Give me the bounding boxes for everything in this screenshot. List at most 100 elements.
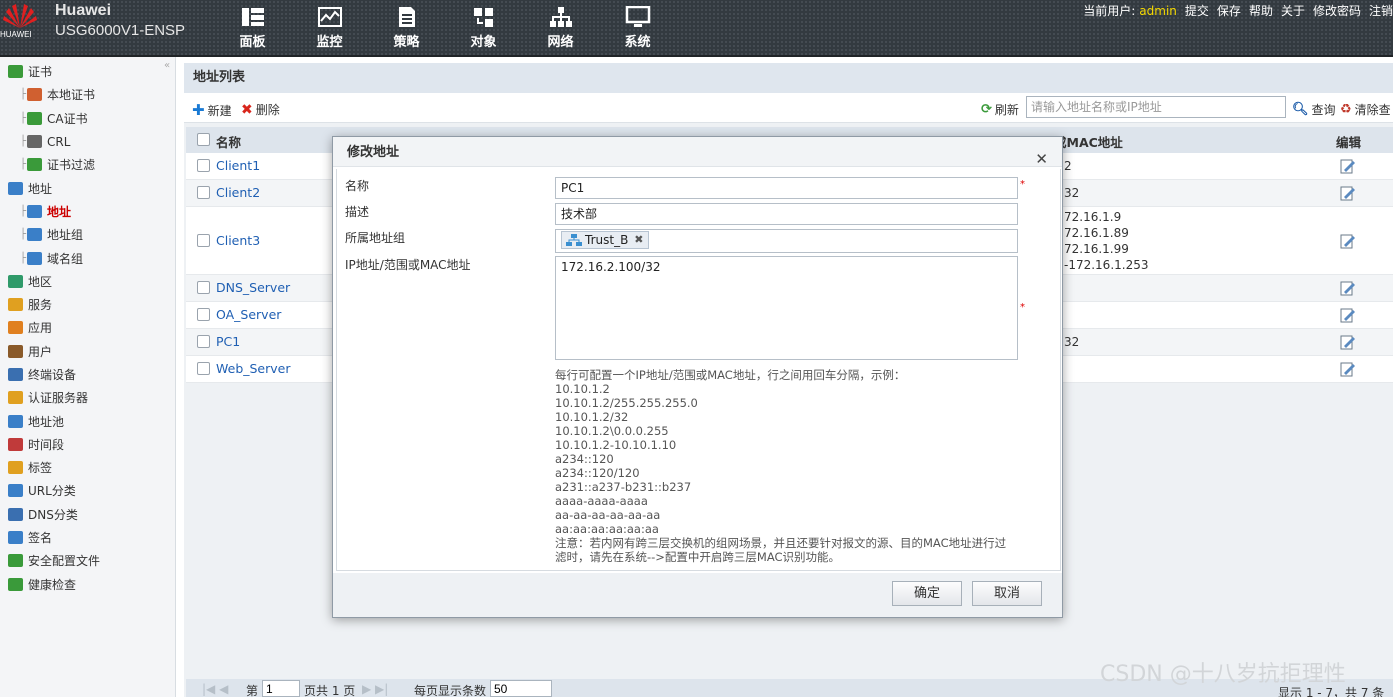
new-button[interactable]: ✚ 新建 bbox=[192, 101, 232, 119]
sidebar-item-11[interactable]: 应用 bbox=[8, 316, 100, 339]
sidebar-item-9[interactable]: 地区 bbox=[8, 270, 100, 293]
ip-address-label: IP地址/范围或MAC地址 bbox=[345, 258, 471, 272]
sidebar-item-20[interactable]: 签名 bbox=[8, 526, 100, 549]
ip-address-textarea[interactable]: 172.16.2.100/32 bbox=[555, 256, 1018, 360]
pager-next-last-icon[interactable]: ▶ ▶| bbox=[362, 682, 388, 696]
sidebar-item-5[interactable]: 地址 bbox=[8, 176, 100, 199]
logo-wordmark: HUAWEI bbox=[0, 30, 32, 39]
pager-first-prev-icon[interactable]: |◀ ◀ bbox=[202, 682, 228, 696]
query-button[interactable]: 🔍︎ 查询 bbox=[1292, 101, 1336, 118]
pager-page-input[interactable] bbox=[262, 680, 300, 697]
sidebar-item-10[interactable]: 服务 bbox=[8, 293, 100, 316]
nav-dashboard[interactable]: 面板 bbox=[214, 6, 291, 50]
row-checkbox[interactable] bbox=[197, 362, 210, 375]
sidebar-item-22[interactable]: 健康检查 bbox=[8, 573, 100, 596]
sidebar-item-17[interactable]: 标签 bbox=[8, 456, 100, 479]
terminal-device-icon bbox=[8, 368, 23, 381]
sidebar-item-12[interactable]: 用户 bbox=[8, 340, 100, 363]
row-name-link[interactable]: Web_Server bbox=[216, 361, 291, 376]
edit-icon[interactable] bbox=[1340, 307, 1356, 326]
sidebar-item-label: DNS分类 bbox=[28, 507, 78, 522]
edit-icon[interactable] bbox=[1340, 158, 1356, 177]
address-format-hint: 每行可配置一个IP地址/范围或MAC地址，行之间用回车分隔，示例： 10.10.1… bbox=[555, 368, 1035, 564]
sidebar-item-label: 地址池 bbox=[28, 414, 65, 429]
sidebar-item-0[interactable]: 证书 bbox=[8, 60, 100, 83]
row-name-link[interactable]: Client2 bbox=[216, 185, 260, 200]
about-link[interactable]: 关于 bbox=[1281, 4, 1305, 18]
nav-system[interactable]: 系统 bbox=[599, 6, 676, 50]
sidebar-item-21[interactable]: 安全配置文件 bbox=[8, 549, 100, 572]
sidebar-item-8[interactable]: ├ 域名组 bbox=[8, 246, 100, 269]
hint-line: a231::a237-b231::b237 bbox=[555, 480, 692, 494]
row-name-link[interactable]: DNS_Server bbox=[216, 280, 290, 295]
nav-policy[interactable]: 策略 bbox=[368, 6, 445, 50]
sidebar-item-19[interactable]: DNS分类 bbox=[8, 503, 100, 526]
sidebar-item-1[interactable]: ├ 本地证书 bbox=[8, 83, 100, 106]
sidebar-item-18[interactable]: URL分类 bbox=[8, 479, 100, 502]
clear-button[interactable]: ♻ 清除查 bbox=[1340, 101, 1391, 118]
clear-icon: ♻ bbox=[1340, 102, 1352, 117]
sidebar-item-4[interactable]: ├ 证书过滤 bbox=[8, 153, 100, 176]
sidebar-item-6[interactable]: ├ 地址 bbox=[8, 200, 100, 223]
sidebar-item-13[interactable]: 终端设备 bbox=[8, 363, 100, 386]
edit-icon[interactable] bbox=[1340, 334, 1356, 353]
row-checkbox[interactable] bbox=[197, 186, 210, 199]
sidebar-item-2[interactable]: ├ CA证书 bbox=[8, 107, 100, 130]
nav-monitor[interactable]: 监控 bbox=[291, 6, 368, 50]
nav-object[interactable]: 对象 bbox=[445, 6, 522, 50]
edit-icon[interactable] bbox=[1340, 361, 1356, 380]
logout-link[interactable]: 注销 bbox=[1369, 4, 1393, 18]
description-field[interactable]: 技术部 bbox=[555, 203, 1018, 225]
help-link[interactable]: 帮助 bbox=[1249, 4, 1273, 18]
row-checkbox[interactable] bbox=[197, 281, 210, 294]
url-category-icon bbox=[8, 484, 23, 498]
sidebar-item-3[interactable]: ├ CRL bbox=[8, 130, 100, 153]
refresh-button[interactable]: ⟳ 刷新 bbox=[981, 101, 1019, 118]
edit-icon[interactable] bbox=[1340, 233, 1356, 252]
edit-icon[interactable] bbox=[1340, 280, 1356, 299]
select-all-checkbox[interactable] bbox=[197, 133, 210, 146]
pager-per-page-select[interactable] bbox=[490, 680, 552, 697]
submit-link[interactable]: 提交 bbox=[1185, 4, 1209, 18]
hint-line: aa-aa-aa-aa-aa-aa bbox=[555, 508, 661, 522]
row-checkbox[interactable] bbox=[197, 308, 210, 321]
cancel-button[interactable]: 取消 bbox=[972, 581, 1042, 606]
col-name-header[interactable]: 名称 bbox=[216, 132, 241, 151]
sidebar-item-7[interactable]: ├ 地址组 bbox=[8, 223, 100, 246]
pager-page-prefix: 第 bbox=[246, 684, 259, 697]
row-checkbox[interactable] bbox=[197, 233, 210, 247]
tag-icon bbox=[8, 461, 23, 475]
row-checkbox[interactable] bbox=[197, 335, 210, 348]
row-name-link[interactable]: PC1 bbox=[216, 334, 240, 349]
address-group-field[interactable]: Trust_B ✖ bbox=[555, 229, 1018, 253]
edit-address-dialog: 修改地址 ✕ 名称 PC1 * 描述 技术部 所属地址组 Trust_B ✖ I… bbox=[332, 136, 1063, 618]
edit-icon[interactable] bbox=[1340, 185, 1356, 204]
dashboard-icon bbox=[241, 8, 264, 26]
row-name-link[interactable]: Client3 bbox=[216, 233, 260, 248]
delete-button[interactable]: ✖ 删除 bbox=[241, 101, 280, 118]
row-name-link[interactable]: Client1 bbox=[216, 158, 260, 173]
nav-system-label: 系统 bbox=[624, 35, 651, 50]
sidebar-item-label: 用户 bbox=[28, 344, 53, 359]
address-group-label: 所属地址组 bbox=[345, 231, 406, 245]
hint-line: 10.10.1.2/255.255.255.0 bbox=[555, 396, 698, 410]
name-field[interactable]: PC1 bbox=[555, 177, 1018, 199]
tree-guide: ├ bbox=[20, 136, 27, 148]
row-checkbox[interactable] bbox=[197, 159, 210, 172]
sidebar-item-16[interactable]: 时间段 bbox=[8, 433, 100, 456]
sidebar-collapse-icon[interactable]: « bbox=[164, 60, 170, 71]
search-input[interactable]: 请输入地址名称或IP地址 bbox=[1026, 96, 1286, 118]
sidebar-item-14[interactable]: 认证服务器 bbox=[8, 386, 100, 409]
row-name-link[interactable]: OA_Server bbox=[216, 307, 281, 322]
nav-network[interactable]: 网络 bbox=[522, 6, 599, 50]
row-address-line: 32 bbox=[1064, 186, 1080, 200]
change-password-link[interactable]: 修改密码 bbox=[1313, 4, 1361, 18]
nav-policy-label: 策略 bbox=[393, 35, 420, 50]
pager-per-page-label: 每页显示条数 bbox=[414, 684, 487, 697]
ok-button[interactable]: 确定 bbox=[892, 581, 962, 606]
save-link[interactable]: 保存 bbox=[1217, 4, 1241, 18]
sidebar-item-15[interactable]: 地址池 bbox=[8, 409, 100, 432]
nav-dashboard-label: 面板 bbox=[239, 35, 266, 50]
remove-chip-icon[interactable]: ✖ bbox=[634, 230, 643, 250]
col-address-header[interactable]: 或MAC地址 bbox=[1054, 132, 1123, 151]
